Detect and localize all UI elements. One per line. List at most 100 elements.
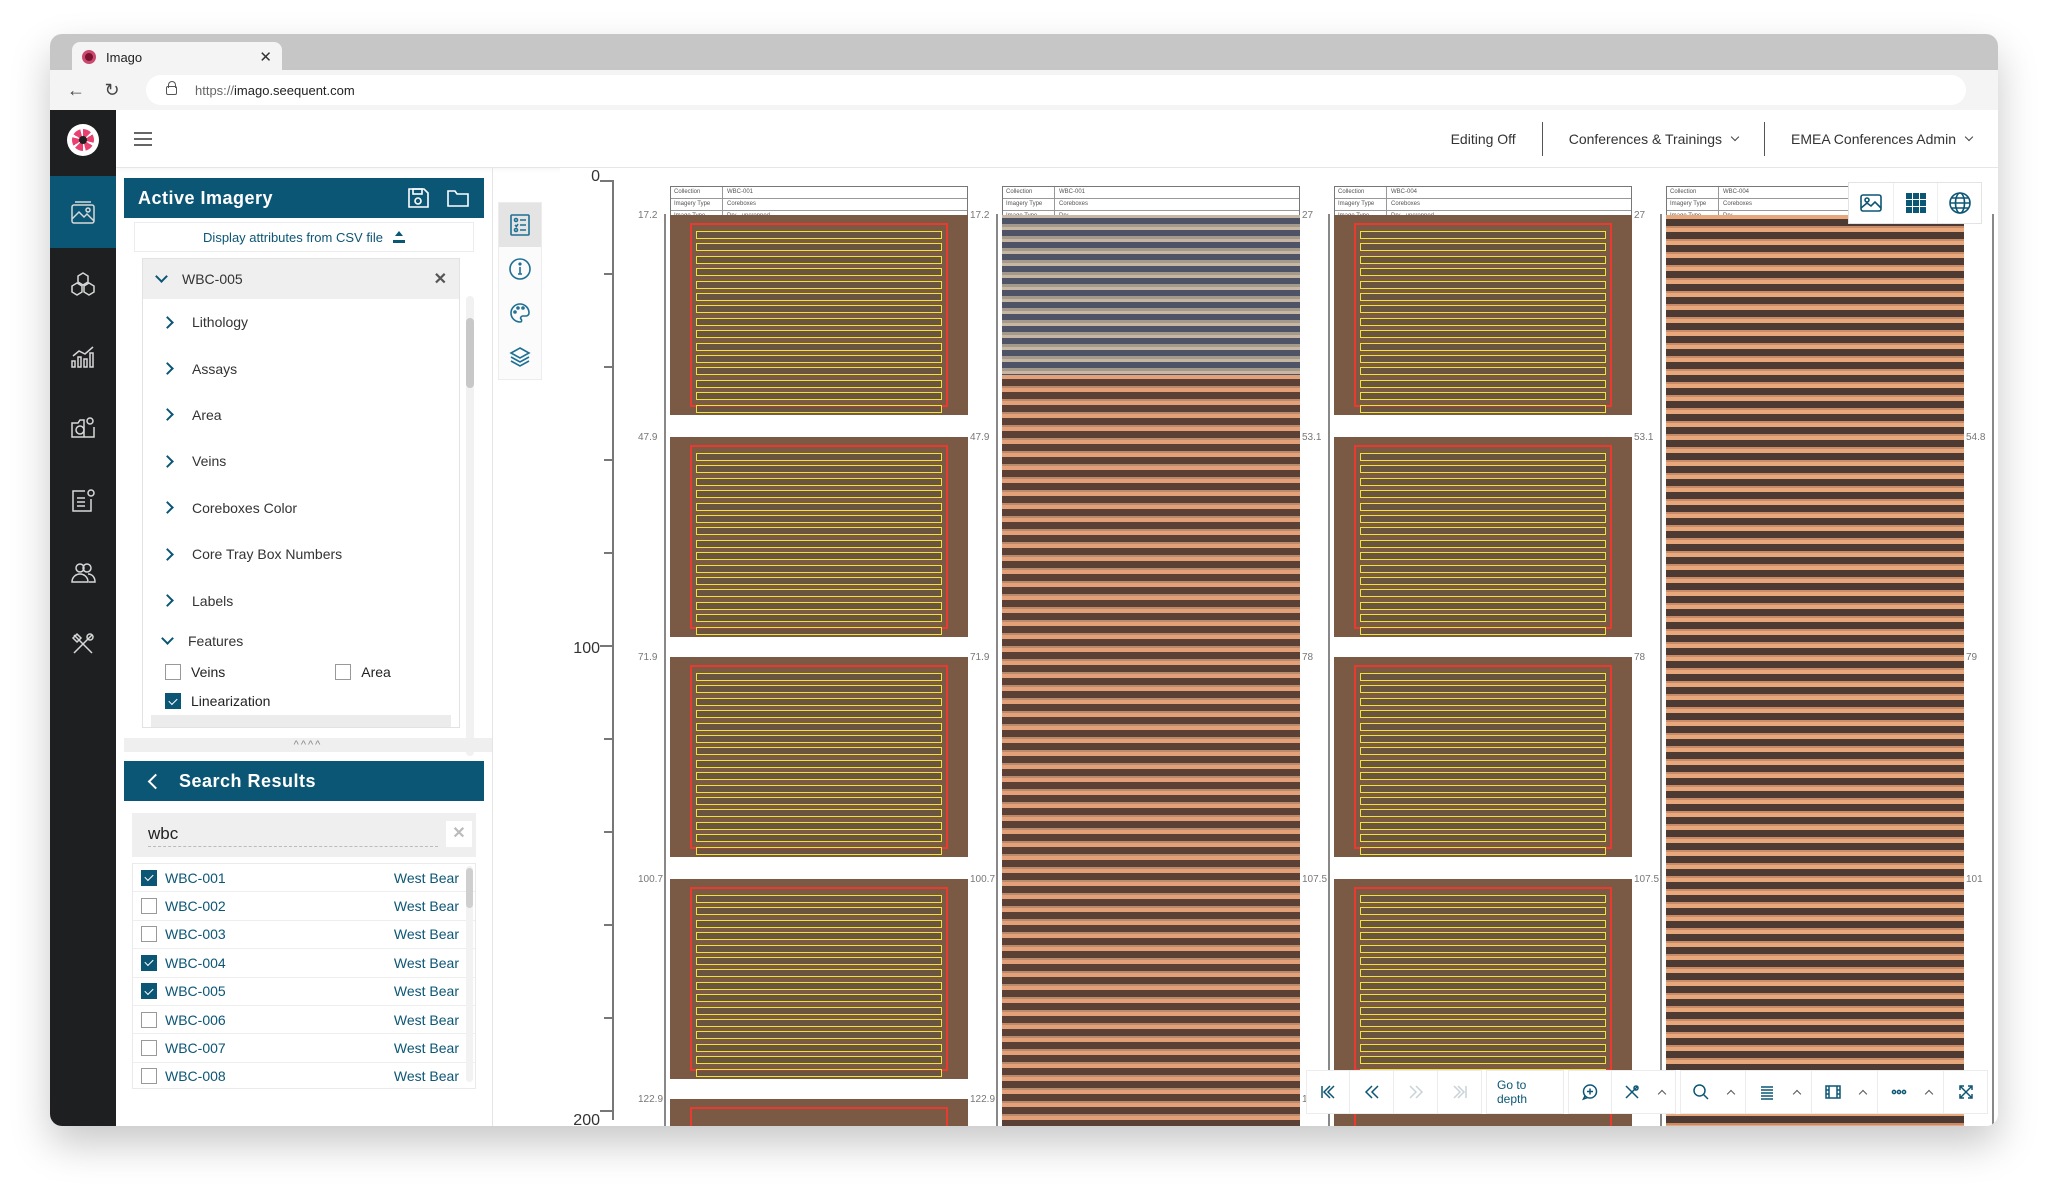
result-checkbox[interactable] [141,1068,157,1085]
core-row-annotation[interactable] [1360,797,1606,805]
core-row-annotation[interactable] [1360,1043,1606,1052]
core-row-annotation[interactable] [1360,969,1606,978]
core-row-annotation[interactable] [1360,342,1606,351]
core-row-annotation[interactable] [696,626,942,635]
core-row-annotation[interactable] [1360,280,1606,289]
core-row-annotation[interactable] [696,1068,942,1077]
image-viewer[interactable]: 0 100 200 Collection WBC-001 Imagery Type C… [560,168,1998,1126]
core-row-annotation[interactable] [1360,895,1606,903]
core-row-annotation[interactable] [696,577,942,585]
core-row-annotation[interactable] [1360,268,1606,277]
nav-list-settings[interactable] [50,464,116,536]
result-checkbox[interactable] [141,926,157,943]
core-row-annotation[interactable] [1360,355,1606,363]
corebox-annotation[interactable] [1354,223,1612,413]
core-row-annotation[interactable] [1360,759,1606,768]
core-row-annotation[interactable] [1360,490,1606,499]
core-row-annotation[interactable] [696,355,942,363]
workspace-dropdown[interactable]: Conferences & Trainings [1543,131,1764,147]
core-row-annotation[interactable] [696,552,942,561]
core-row-annotation[interactable] [1360,747,1606,756]
nav-tools[interactable] [50,608,116,680]
corebox-annotation[interactable] [1354,665,1612,855]
core-row-annotation[interactable] [1360,404,1606,413]
core-row-annotation[interactable] [1360,626,1606,635]
core-row-annotation[interactable] [1360,293,1606,301]
browser-tab[interactable]: Imago ✕ [72,42,282,72]
core-row-annotation[interactable] [1360,231,1606,239]
search-result-row[interactable]: WBC-008 West Bear [133,1063,475,1088]
layer-item[interactable]: Coreboxes Color [143,485,459,531]
url-field[interactable]: https://imago.seequent.com [146,75,1966,105]
core-row-annotation[interactable] [1360,502,1606,511]
grid-view-button[interactable] [1893,183,1937,223]
nav-users[interactable] [50,536,116,608]
core-row-annotation[interactable] [1360,1006,1606,1015]
linearization-checkbox[interactable] [165,693,181,710]
core-row-annotation[interactable] [1360,465,1606,474]
results-scrollbar[interactable] [466,866,473,1082]
result-checkbox[interactable] [141,1011,157,1028]
layer-item[interactable]: Core Tray Box Numbers [143,531,459,577]
core-row-annotation[interactable] [1360,735,1606,743]
panel-resizer[interactable]: ^^^^ [124,738,492,752]
core-row-annotation[interactable] [1360,243,1606,252]
core-row-annotation[interactable] [1360,477,1606,486]
core-row-annotation[interactable] [696,465,942,474]
core-row-annotation[interactable] [696,515,942,523]
core-row-annotation[interactable] [696,772,942,781]
comment-button[interactable] [1568,1070,1612,1114]
corebox-annotation[interactable] [1354,887,1612,1077]
core-row-annotation[interactable] [696,797,942,805]
core-row-annotation[interactable] [1360,697,1606,706]
layer-item[interactable]: Area [143,392,459,438]
core-row-annotation[interactable] [1360,710,1606,719]
search-result-row[interactable]: WBC-007 West Bear [133,1034,475,1063]
core-row-annotation[interactable] [1360,330,1606,339]
core-row-annotation[interactable] [1360,981,1606,990]
core-row-annotation[interactable] [696,821,942,830]
core-row-annotation[interactable] [1360,809,1606,818]
corebox-annotation[interactable] [690,445,948,635]
first-button[interactable] [1306,1070,1350,1114]
corebox-image[interactable] [670,437,968,637]
core-row-annotation[interactable] [696,255,942,264]
back-icon[interactable]: ← [58,80,94,101]
core-row-annotation[interactable] [696,784,942,793]
core-row-annotation[interactable] [696,747,942,756]
info-tool[interactable] [499,247,541,291]
core-row-annotation[interactable] [696,981,942,990]
core-row-annotation[interactable] [696,342,942,351]
core-row-annotation[interactable] [1360,846,1606,855]
core-row-annotation[interactable] [1360,317,1606,326]
corebox-image[interactable] [1334,879,1632,1079]
search-result-row[interactable]: WBC-005 West Bear [133,978,475,1006]
core-row-annotation[interactable] [1360,673,1606,681]
core-row-annotation[interactable] [696,490,942,499]
next-dataset-row[interactable] [151,715,451,727]
core-row-annotation[interactable] [696,1019,942,1027]
core-row-annotation[interactable] [696,453,942,461]
core-row-annotation[interactable] [696,601,942,610]
tools-menu-button[interactable] [1612,1070,1676,1114]
user-dropdown[interactable]: EMEA Conferences Admin [1765,131,1998,147]
core-row-annotation[interactable] [696,907,942,916]
core-row-annotation[interactable] [696,367,942,376]
layer-item[interactable]: Labels [143,577,459,623]
core-row-annotation[interactable] [696,477,942,486]
zoom-menu-button[interactable] [1680,1070,1746,1114]
core-row-annotation[interactable] [696,404,942,413]
search-result-row[interactable]: WBC-001 West Bear [133,864,475,893]
core-row-annotation[interactable] [1360,944,1606,953]
core-row-annotation[interactable] [1360,552,1606,561]
core-row-annotation[interactable] [1360,994,1606,1003]
core-row-annotation[interactable] [1360,1019,1606,1027]
core-row-annotation[interactable] [696,330,942,339]
film-menu-button[interactable] [1812,1070,1878,1114]
save-icon[interactable] [406,187,430,209]
result-checkbox[interactable] [141,1040,157,1057]
core-row-annotation[interactable] [696,722,942,731]
result-checkbox[interactable] [141,983,157,1000]
core-row-annotation[interactable] [1360,1056,1606,1065]
core-row-annotation[interactable] [696,1056,942,1065]
